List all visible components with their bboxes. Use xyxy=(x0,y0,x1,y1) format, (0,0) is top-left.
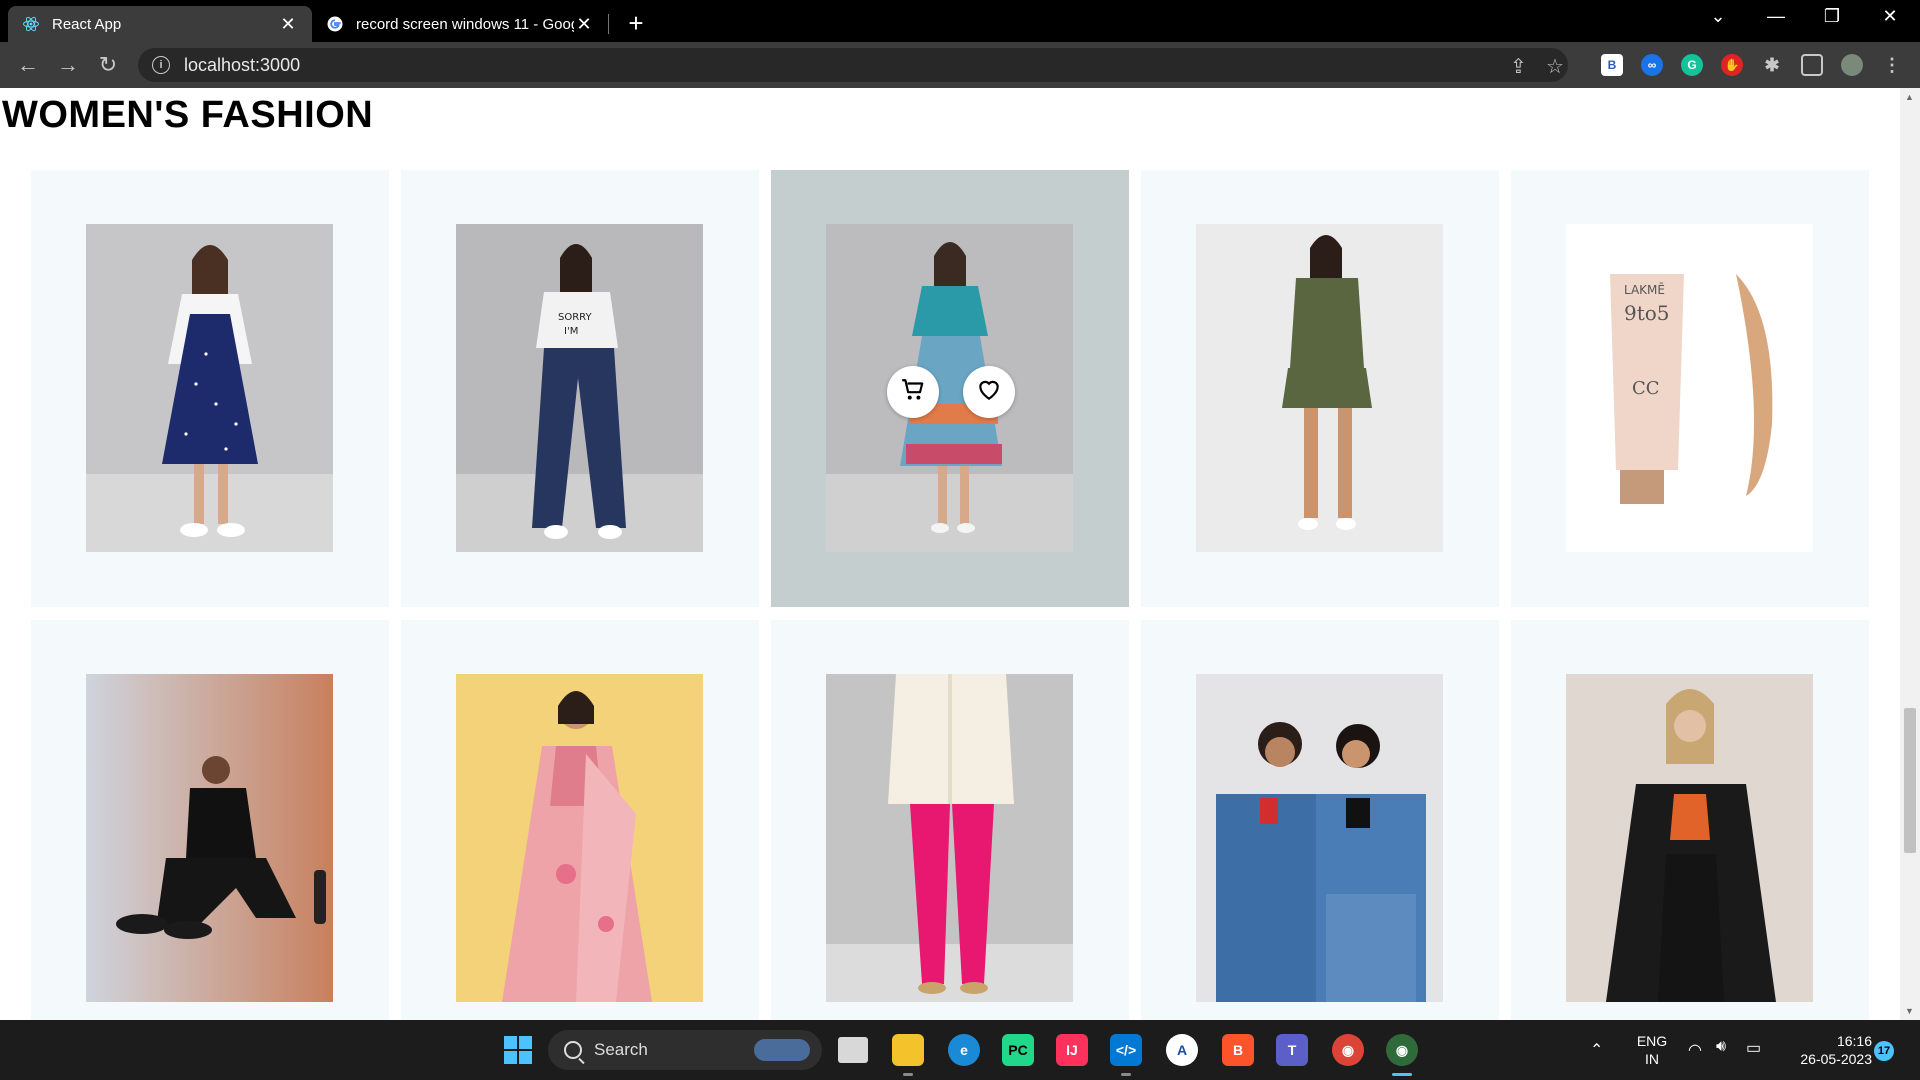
language-code: ENG xyxy=(1636,1033,1668,1049)
address-bar[interactable]: i localhost:3000 ⇪ ☆ xyxy=(138,48,1568,82)
tab-google-search[interactable]: record screen windows 11 - Goog ✕ xyxy=(312,6,608,42)
edge-browser-icon[interactable]: e xyxy=(948,1034,980,1066)
extension-red-icon[interactable]: ✋ xyxy=(1721,54,1743,76)
back-icon[interactable]: ← xyxy=(14,52,42,78)
product-image[interactable] xyxy=(1196,674,1443,1002)
product-card[interactable] xyxy=(31,620,389,1020)
notification-badge[interactable]: 17 xyxy=(1874,1041,1894,1061)
side-panel-icon[interactable] xyxy=(1801,54,1823,76)
page-viewport: WOMEN'S FASHION SORRY I'M LAKMĒ 9to5 CC xyxy=(0,88,1900,1020)
running-indicator xyxy=(1121,1073,1131,1076)
product-image[interactable] xyxy=(456,674,703,1002)
extension-infinity-icon[interactable]: ∞ xyxy=(1641,54,1663,76)
react-logo-icon xyxy=(22,15,40,33)
product-card[interactable]: LAKMĒ 9to5 CC xyxy=(1511,170,1869,607)
pycharm-icon[interactable]: PC xyxy=(1002,1034,1034,1066)
add-to-cart-button[interactable] xyxy=(887,366,939,418)
volume-icon[interactable]: 🔊︎ xyxy=(1716,1038,1726,1056)
product-card[interactable] xyxy=(1511,620,1869,1020)
product-image[interactable]: SORRY I'M xyxy=(456,224,703,552)
reload-icon[interactable]: ↻ xyxy=(94,52,122,78)
clock-date: 26-05-2023 xyxy=(1800,1051,1872,1067)
section-title: WOMEN'S FASHION xyxy=(2,94,374,136)
product-image[interactable]: LAKMĒ 9to5 CC xyxy=(1566,224,1813,552)
active-app-indicator xyxy=(1392,1073,1412,1076)
scroll-up-arrow-icon[interactable]: ▲ xyxy=(1905,92,1914,102)
extensions-puzzle-icon[interactable]: ✱ xyxy=(1761,54,1783,76)
teams-icon[interactable]: T xyxy=(1276,1034,1308,1066)
google-logo-icon xyxy=(326,15,344,33)
search-icon xyxy=(564,1041,582,1059)
file-explorer-icon[interactable] xyxy=(892,1034,924,1066)
forward-icon[interactable]: → xyxy=(54,52,82,78)
tab-divider xyxy=(608,14,609,34)
svg-text:CC: CC xyxy=(1632,378,1660,399)
browser-tab-strip: React App ✕ record screen windows 11 - G… xyxy=(0,0,1920,42)
product-card[interactable] xyxy=(401,620,759,1020)
clock-time: 16:16 xyxy=(1836,1033,1872,1049)
product-image[interactable] xyxy=(826,674,1073,1002)
running-indicator xyxy=(903,1073,913,1076)
menu-kebab-icon[interactable]: ⋮ xyxy=(1881,54,1903,76)
hover-actions xyxy=(887,366,1015,418)
add-to-wishlist-button[interactable] xyxy=(963,366,1015,418)
profile-avatar[interactable] xyxy=(1841,54,1863,76)
task-view-icon[interactable] xyxy=(838,1037,868,1063)
app-circle-icon[interactable]: A xyxy=(1166,1034,1198,1066)
url-text[interactable]: localhost:3000 xyxy=(184,55,300,76)
tab-title: record screen windows 11 - Goog xyxy=(356,15,574,33)
svg-text:I'M: I'M xyxy=(564,326,578,337)
chrome-active-icon[interactable]: ◉ xyxy=(1386,1034,1418,1066)
product-grid: SORRY I'M LAKMĒ 9to5 CC xyxy=(31,170,1869,1020)
product-image[interactable] xyxy=(1566,674,1813,1002)
clock[interactable]: 16:16 26-05-2023 xyxy=(1782,1032,1872,1068)
tab-react-app[interactable]: React App ✕ xyxy=(8,6,312,42)
product-card-hovered[interactable] xyxy=(771,170,1129,607)
heart-icon xyxy=(976,377,1002,408)
cart-icon xyxy=(900,377,926,408)
close-window-button[interactable]: ✕ xyxy=(1870,6,1910,27)
tab-title: React App xyxy=(52,15,122,33)
product-image[interactable] xyxy=(1196,224,1443,552)
vscode-icon[interactable]: </> xyxy=(1110,1034,1142,1066)
restore-button[interactable]: ❐ xyxy=(1812,6,1852,27)
product-card[interactable] xyxy=(1141,620,1499,1020)
product-card[interactable] xyxy=(31,170,389,607)
product-card[interactable]: SORRY I'M xyxy=(401,170,759,607)
page-scrollbar[interactable]: ▲ ▼ xyxy=(1900,88,1920,1020)
search-highlight-icon xyxy=(754,1039,810,1061)
browser-toolbar: ← → ↻ i localhost:3000 ⇪ ☆ B ∞ G ✋ ✱ ⋮ xyxy=(0,42,1920,88)
new-tab-button[interactable]: + xyxy=(622,8,650,39)
scroll-down-arrow-icon[interactable]: ▼ xyxy=(1905,1006,1914,1016)
chrome-profile-icon[interactable]: ◉ xyxy=(1332,1034,1364,1066)
product-image[interactable] xyxy=(86,674,333,1002)
windows-start-icon[interactable] xyxy=(502,1034,534,1066)
intellij-icon[interactable]: IJ xyxy=(1056,1034,1088,1066)
product-card[interactable] xyxy=(1141,170,1499,607)
site-info-icon[interactable]: i xyxy=(152,56,170,74)
bookmark-star-icon[interactable]: ☆ xyxy=(1546,54,1564,79)
wifi-icon[interactable]: ◠ xyxy=(1688,1040,1702,1060)
svg-text:9to5: 9to5 xyxy=(1624,301,1670,325)
scroll-thumb[interactable] xyxy=(1904,708,1916,853)
svg-text:SORRY: SORRY xyxy=(558,312,592,323)
extension-b-icon[interactable]: B xyxy=(1601,54,1623,76)
tray-overflow-chevron-icon[interactable]: ⌃ xyxy=(1590,1040,1603,1060)
windows-taskbar: Search e PC IJ </> A B T ◉ ◉ ⌃ ENG IN ◠ … xyxy=(0,1020,1920,1080)
taskbar-search-box[interactable]: Search xyxy=(548,1030,822,1070)
product-card[interactable] xyxy=(771,620,1129,1020)
share-icon[interactable]: ⇪ xyxy=(1510,54,1527,79)
search-label: Search xyxy=(594,1040,648,1059)
close-tab-icon[interactable]: ✕ xyxy=(574,14,594,35)
svg-text:LAKMĒ: LAKMĒ xyxy=(1624,283,1665,297)
grammarly-icon[interactable]: G xyxy=(1681,54,1703,76)
product-image[interactable] xyxy=(86,224,333,552)
region-code: IN xyxy=(1645,1051,1659,1067)
close-tab-icon[interactable]: ✕ xyxy=(278,14,298,35)
language-indicator[interactable]: ENG IN xyxy=(1632,1032,1672,1068)
minimize-button[interactable]: — xyxy=(1756,6,1796,27)
tab-search-chevron-icon[interactable]: ⌄ xyxy=(1698,6,1738,27)
brave-browser-icon[interactable]: B xyxy=(1222,1034,1254,1066)
battery-icon[interactable]: ▭ xyxy=(1746,1038,1761,1058)
